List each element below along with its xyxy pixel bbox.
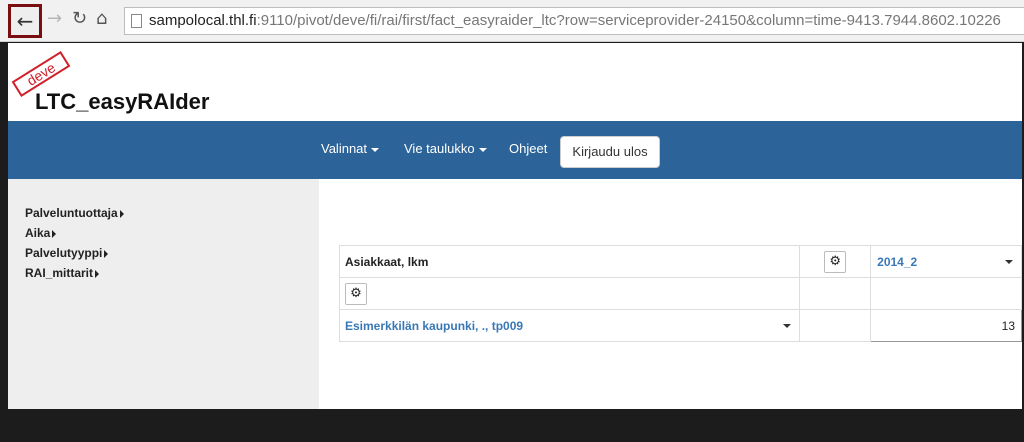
- back-arrow-icon: ←: [16, 9, 34, 33]
- empty-cell: [799, 309, 872, 342]
- ohjeet-link[interactable]: Ohjeet: [509, 141, 547, 156]
- measure-header: Asiakkaat, lkm: [338, 245, 801, 278]
- table-row: ⚙: [338, 277, 1022, 310]
- column-header-2014-2: 2014_2: [877, 254, 918, 269]
- brand-header: deve LTC_easyRAIder: [8, 43, 1022, 121]
- row-settings-gear-icon[interactable]: ⚙: [345, 282, 367, 305]
- value-cell[interactable]: 13: [870, 309, 1022, 342]
- page: deve LTC_easyRAIder Valinnat Vie taulukk…: [8, 43, 1022, 409]
- column-gear-cell: ⚙: [799, 245, 872, 278]
- url-path: :9110/pivot/deve/fi/rai/first/fact_easyr…: [256, 12, 1001, 29]
- caret-down-icon: [371, 147, 380, 152]
- vie-taulukko-menu[interactable]: Vie taulukko: [404, 141, 487, 156]
- row-gear-cell: ⚙: [338, 277, 801, 310]
- dimension-label: RAI_mittarit: [25, 266, 94, 280]
- pivot-table: Asiakkaat, lkm ⚙ 2014_2 ⚙ Esimerkkilän k…: [338, 245, 1022, 342]
- back-button[interactable]: ←: [8, 4, 42, 38]
- dimension-label: Palveluntuottaja: [25, 206, 118, 220]
- row-header-cell[interactable]: Esimerkkilän kaupunki, ., tp009: [338, 309, 801, 342]
- url-host: sampolocal.thl.fi: [149, 12, 257, 29]
- caret-right-icon: [52, 229, 57, 238]
- caret-down-icon: [783, 323, 792, 328]
- valinnat-menu[interactable]: Valinnat: [321, 141, 380, 156]
- empty-cell: [799, 277, 872, 310]
- reload-icon[interactable]: ↻: [72, 8, 87, 29]
- dimension-item-palvelutyyppi[interactable]: Palvelutyyppi: [25, 243, 124, 263]
- dimension-item-rai-mittarit[interactable]: RAI_mittarit: [25, 263, 124, 283]
- dimension-label: Palvelutyyppi: [25, 246, 103, 260]
- browser-toolbar: ← → ↻ ⌂ sampolocal.thl.fi:9110/pivot/dev…: [0, 0, 1024, 42]
- app-title: LTC_easyRAIder: [35, 89, 210, 114]
- empty-cell: [870, 277, 1022, 310]
- dimension-sidebar: Palveluntuottaja Aika Palvelutyyppi RAI_…: [8, 179, 319, 409]
- caret-right-icon: [119, 209, 124, 218]
- caret-right-icon: [95, 269, 100, 278]
- main-navbar: Valinnat Vie taulukko Ohjeet Kirjaudu ul…: [8, 121, 1022, 179]
- page-icon: [131, 14, 142, 28]
- valinnat-label: Valinnat: [321, 141, 368, 156]
- table-row: Esimerkkilän kaupunki, ., tp009 13: [338, 309, 1022, 342]
- caret-down-icon: [478, 147, 487, 152]
- caret-down-icon: [1005, 259, 1013, 264]
- home-icon[interactable]: ⌂: [96, 8, 107, 29]
- dimension-item-palveluntuottaja[interactable]: Palveluntuottaja: [25, 203, 124, 223]
- logout-button[interactable]: Kirjaudu ulos: [560, 136, 660, 168]
- dimension-item-aika[interactable]: Aika: [25, 223, 124, 243]
- column-settings-gear-icon[interactable]: ⚙: [824, 250, 847, 273]
- vie-taulukko-label: Vie taulukko: [404, 141, 475, 156]
- forward-arrow-icon[interactable]: →: [47, 8, 62, 29]
- row-header-esimerkkilan: Esimerkkilän kaupunki, ., tp009: [345, 318, 524, 333]
- table-row: Asiakkaat, lkm ⚙ 2014_2: [338, 245, 1022, 278]
- dimension-label: Aika: [25, 226, 51, 240]
- address-bar[interactable]: sampolocal.thl.fi:9110/pivot/deve/fi/rai…: [124, 7, 1024, 35]
- column-header-cell[interactable]: 2014_2: [870, 245, 1022, 278]
- pivot-content: Asiakkaat, lkm ⚙ 2014_2 ⚙ Esimerkkilän k…: [319, 179, 1022, 409]
- caret-right-icon: [104, 249, 109, 258]
- dimension-list: Palveluntuottaja Aika Palvelutyyppi RAI_…: [25, 203, 124, 283]
